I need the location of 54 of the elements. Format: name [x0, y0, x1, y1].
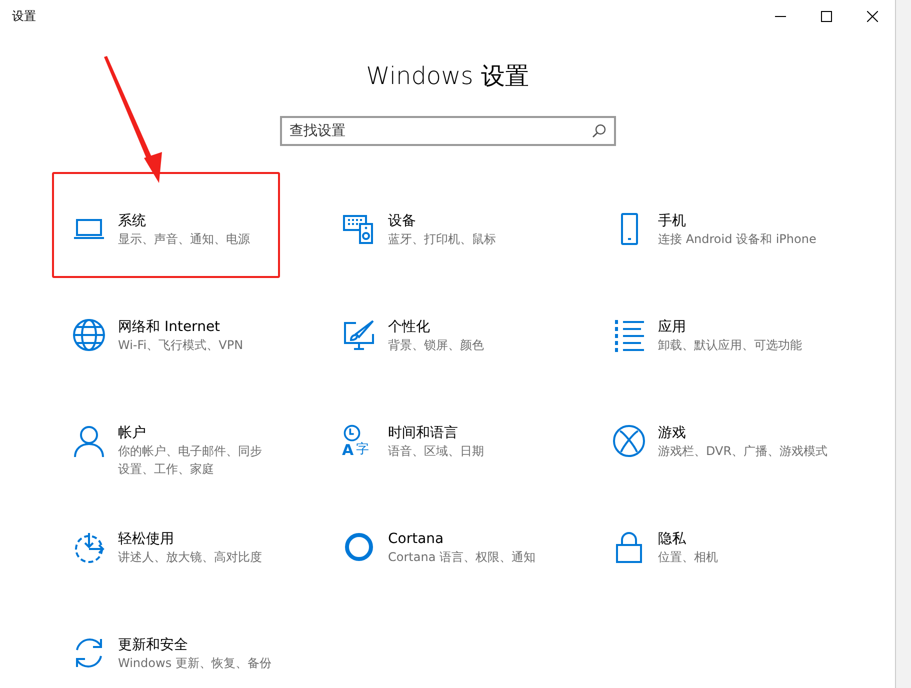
tile-description: 背景、锁屏、颜色 [388, 337, 484, 354]
settings-tile[interactable]: 轻松使用 讲述人、放大镜、高对比度 [52, 490, 280, 596]
globe-icon [72, 318, 106, 352]
settings-tile[interactable]: 系统 显示、声音、通知、电源 [52, 172, 280, 278]
settings-tile[interactable]: Cortana Cortana 语言、权限、通知 [322, 490, 550, 596]
close-icon [866, 10, 878, 22]
person-icon [72, 424, 106, 458]
settings-tile[interactable]: 隐私 位置、相机 [592, 490, 820, 596]
tile-title: 系统 [118, 212, 147, 230]
search-icon [592, 124, 606, 138]
icon-glyph: 字 [356, 443, 369, 456]
tile-description: Cortana 语言、权限、通知 [388, 549, 536, 566]
settings-tile[interactable]: 帐户 你的帐户、电子邮件、同步设置、工作、家庭 [52, 384, 280, 490]
icon-glyph: A [342, 443, 354, 458]
tile-description: 语音、区域、日期 [388, 443, 484, 460]
tile-title: 隐私 [658, 530, 687, 548]
tile-description: Windows 更新、恢复、备份 [118, 655, 272, 672]
tile-description: Wi-Fi、飞行模式、VPN [118, 337, 244, 354]
tile-title: 网络和 Internet [118, 318, 222, 336]
tile-title: 手机 [658, 212, 687, 230]
settings-tile[interactable]: 网络和 Internet Wi-Fi、飞行模式、VPN [52, 278, 280, 384]
tile-description: 位置、相机 [658, 549, 718, 566]
tile-title: 帐户 [118, 424, 147, 442]
dashed-timer-icon [72, 530, 106, 564]
settings-tile[interactable]: 个性化 背景、锁屏、颜色 [322, 278, 550, 384]
keyboard-speaker-icon [342, 212, 376, 246]
tile-title: 时间和语言 [388, 424, 459, 442]
search-field[interactable]: 查找设置 [280, 116, 616, 146]
ring-icon [342, 530, 376, 564]
settings-tile[interactable]: A字 时间和语言 语音、区域、日期 [322, 384, 550, 490]
brush-screen-icon [342, 318, 376, 352]
settings-tile[interactable]: 设备 蓝牙、打印机、鼠标 [322, 172, 550, 278]
tile-description: 讲述人、放大镜、高对比度 [118, 549, 262, 566]
settings-tile[interactable]: 手机 连接 Android 设备和 iPhone [592, 172, 820, 278]
tile-title: 游戏 [658, 424, 687, 442]
list-icon [612, 318, 646, 352]
settings-tile[interactable]: 更新和安全 Windows 更新、恢复、备份 [52, 596, 280, 676]
tile-title: 设备 [388, 212, 417, 230]
maximize-icon [820, 10, 832, 22]
window-title: 设置 [11, 8, 37, 25]
tile-description: 显示、声音、通知、电源 [118, 231, 250, 248]
tile-description: 连接 Android 设备和 iPhone [658, 231, 816, 248]
tile-title: 个性化 [388, 318, 431, 336]
tile-title: 更新和安全 [118, 636, 189, 654]
tile-description: 蓝牙、打印机、鼠标 [388, 231, 496, 248]
tile-title: 应用 [658, 318, 687, 336]
tile-description: 你的帐户、电子邮件、同步设置、工作、家庭 [118, 443, 263, 478]
tile-description: 卸载、默认应用、可选功能 [658, 337, 802, 354]
tile-description: 游戏栏、DVR、广播、游戏模式 [658, 443, 828, 460]
tile-title: Cortana [388, 530, 445, 548]
tile-title: 轻松使用 [118, 530, 175, 548]
clock-icon [342, 424, 362, 444]
settings-tile[interactable]: 应用 卸载、默认应用、可选功能 [592, 278, 820, 384]
page-heading: Windows 设置 [365, 61, 530, 92]
